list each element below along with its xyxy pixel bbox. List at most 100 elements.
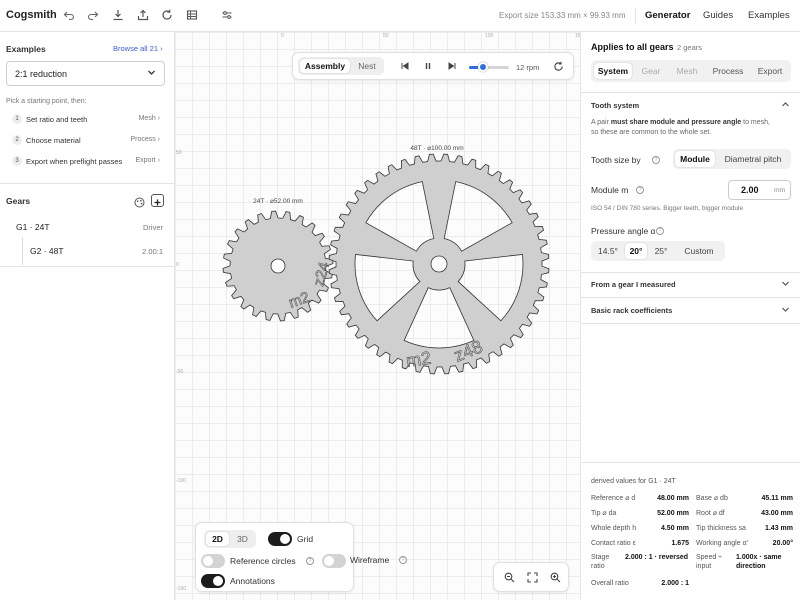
option-module[interactable]: Module: [675, 151, 715, 167]
grid-toggle[interactable]: [268, 532, 292, 546]
tab-mesh[interactable]: Mesh: [671, 63, 703, 79]
tab-assembly[interactable]: Assembly: [300, 59, 350, 73]
toolbar-divider: [635, 8, 636, 24]
fit-view-icon[interactable]: [526, 572, 538, 584]
skip-forward-icon[interactable]: [446, 61, 458, 73]
left-sidebar: Examples Browse all 21 › 2:1 reduction P…: [0, 32, 175, 600]
browse-all-link[interactable]: Browse all 21 ›: [113, 44, 163, 53]
redo-icon[interactable]: [86, 8, 100, 22]
tab-nest[interactable]: Nest: [352, 59, 382, 73]
palette-icon[interactable]: [134, 195, 145, 208]
annotations-toggle[interactable]: [201, 574, 225, 588]
gear-canvas[interactable]: 0 50 100 150 50 0 -50 -100 -150 24T · ⌀5…: [175, 32, 580, 600]
reference-circles-label: Reference circles: [230, 556, 296, 566]
gear-count: 2 gears: [677, 43, 703, 52]
step-item-export[interactable]: 3 Export when preflight passes Export ›: [6, 155, 166, 169]
gear-ratio: 2.00:1: [142, 247, 163, 256]
refresh-icon[interactable]: [160, 8, 174, 22]
reference-circles-toggle[interactable]: [201, 554, 225, 568]
reset-icon[interactable]: [552, 61, 564, 73]
tab-process[interactable]: Process: [707, 63, 749, 79]
derived-value: 20.00°: [772, 540, 793, 547]
toggle-knob: [280, 534, 290, 544]
tooth-system-description: A pair must share module and pressure an…: [591, 118, 791, 138]
table-icon[interactable]: [185, 8, 199, 22]
module-note: ISO 54 / DIN 780 series. Bigger teeth, b…: [591, 205, 744, 212]
panel-divider: [581, 297, 800, 298]
gear2-engraving-module: m2: [405, 348, 433, 371]
option-diametral-pitch[interactable]: Diametral pitch: [717, 151, 789, 167]
help-icon[interactable]: ?: [656, 227, 664, 235]
derived-label: Tip thickness sa: [696, 525, 746, 532]
step-number: 2: [12, 135, 22, 145]
zoom-out-icon[interactable]: [503, 572, 515, 584]
speed-slider-handle[interactable]: [478, 62, 488, 72]
gear1-annotation: 24T · ⌀52.00 mm: [253, 198, 303, 205]
option-pa-25[interactable]: 25°: [649, 243, 673, 259]
add-gear-button[interactable]: [151, 194, 164, 207]
option-pa-14-5[interactable]: 14.5°: [593, 243, 623, 259]
view-options-panel: 2D 3D Grid Reference circles ? Annotatio…: [195, 522, 354, 592]
nav-guides[interactable]: Guides: [703, 10, 733, 21]
tab-3d[interactable]: 3D: [231, 532, 254, 546]
tooth-system-title[interactable]: Tooth system: [591, 101, 639, 110]
derived-value: 1.675: [671, 540, 689, 547]
annotations-label: Annotations: [230, 576, 275, 586]
chevron-down-icon[interactable]: [781, 279, 790, 290]
chevron-down-icon[interactable]: [781, 305, 790, 316]
step-number: 3: [12, 156, 22, 166]
gear-label: G2 · 48T: [30, 246, 64, 256]
gears-title: Gears: [6, 196, 31, 206]
example-select[interactable]: 2:1 reduction: [6, 61, 165, 86]
panel-divider: [581, 92, 800, 93]
gear-row-g2[interactable]: G2 · 48T 2.00:1: [0, 240, 175, 262]
help-icon[interactable]: ?: [652, 156, 660, 164]
nav-generator[interactable]: Generator: [645, 10, 690, 21]
tab-gear[interactable]: Gear: [635, 63, 667, 79]
undo-icon[interactable]: [62, 8, 76, 22]
derived-value: 1.000x · same direction: [736, 554, 782, 570]
speed-readout: 12 rpm: [516, 63, 540, 72]
chevron-up-icon[interactable]: [781, 100, 790, 111]
driver-gear-bore: [270, 258, 286, 274]
example-select-value: 2:1 reduction: [15, 69, 68, 79]
help-icon[interactable]: ?: [306, 557, 314, 565]
share-icon[interactable]: [136, 8, 150, 22]
option-pa-20[interactable]: 20°: [625, 243, 647, 259]
desc-text: to mesh,: [741, 119, 770, 126]
desc-emphasis: must share module and pressure angle: [610, 119, 742, 126]
skip-back-icon[interactable]: [399, 61, 411, 73]
help-icon[interactable]: ?: [399, 556, 407, 564]
step-label: Export when preflight passes: [26, 157, 123, 166]
step-item-ratio[interactable]: 1 Set ratio and teeth Mesh ›: [6, 113, 166, 127]
speed-slider[interactable]: [469, 62, 509, 72]
sliders-icon[interactable]: [220, 8, 234, 22]
step-label: Choose material: [26, 136, 81, 145]
step-tag: Process ›: [130, 136, 160, 143]
help-icon[interactable]: ?: [636, 186, 644, 194]
module-input[interactable]: 2.00 mm: [728, 180, 791, 200]
nav-examples[interactable]: Examples: [748, 10, 790, 21]
gear-row-g1[interactable]: G1 · 24T Driver: [0, 216, 175, 238]
view-switch: Assembly Nest: [298, 57, 384, 75]
measured-gear-accordion[interactable]: From a gear I measured: [591, 280, 676, 289]
derived-label: Working angle α': [696, 540, 748, 547]
tab-export[interactable]: Export: [752, 63, 788, 79]
rack-coefficients-accordion[interactable]: Basic rack coefficients: [591, 306, 672, 315]
plus-icon: [154, 199, 161, 206]
wireframe-toggle[interactable]: [322, 554, 346, 568]
driven-gear-bore: [430, 255, 448, 273]
option-pa-custom[interactable]: Custom: [675, 243, 723, 259]
derived-title: derived values for G1 · 24T: [591, 478, 676, 485]
step-item-material[interactable]: 2 Choose material Process ›: [6, 134, 166, 148]
download-icon[interactable]: [111, 8, 125, 22]
pause-icon[interactable]: [422, 61, 434, 73]
derived-value: 4.50 mm: [660, 525, 689, 532]
top-bar: Cogsmith Export size 153.33 mm × 99.93 m…: [0, 0, 800, 32]
gear-role: Driver: [143, 223, 163, 232]
examples-title: Examples: [6, 44, 46, 54]
zoom-in-icon[interactable]: [549, 572, 561, 584]
tab-2d[interactable]: 2D: [206, 532, 229, 546]
step-tag: Export ›: [135, 157, 160, 164]
tab-system[interactable]: System: [594, 63, 632, 79]
